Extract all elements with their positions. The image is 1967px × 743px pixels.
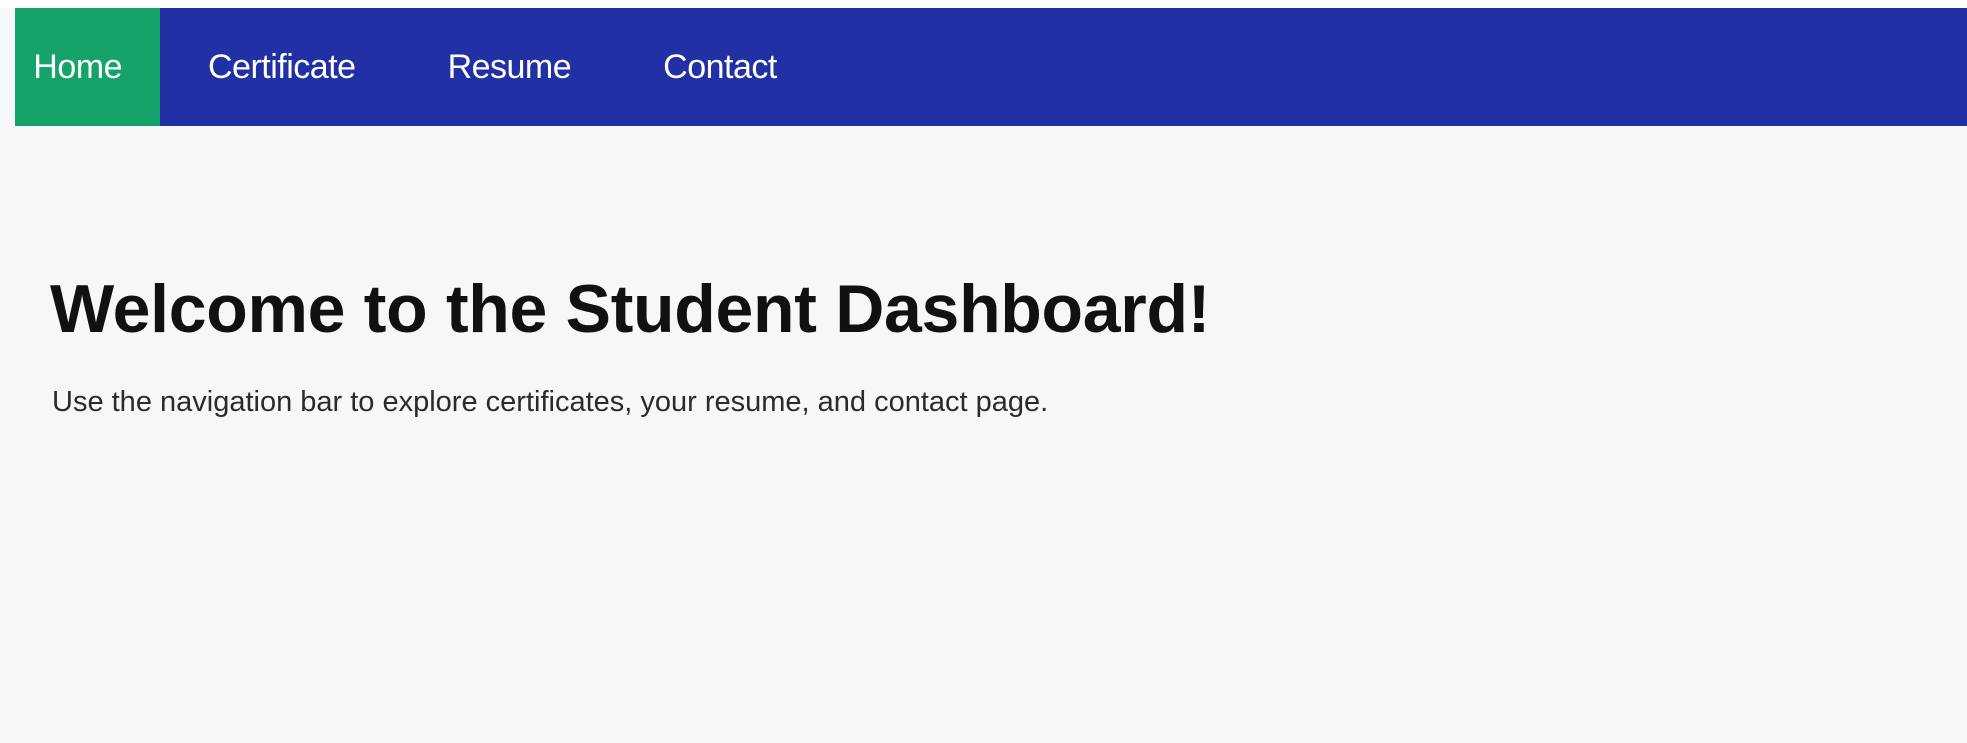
nav-item-certificate[interactable]: Certificate bbox=[160, 8, 402, 126]
page: Home Certificate Resume Contact Welcome … bbox=[0, 0, 1967, 743]
nav-item-certificate-label: Certificate bbox=[208, 47, 356, 86]
navbar: Home Certificate Resume Contact bbox=[15, 8, 1967, 126]
nav-item-home[interactable]: Home bbox=[15, 8, 160, 126]
nav-item-resume-label: Resume bbox=[447, 47, 572, 86]
top-strip bbox=[0, 0, 1967, 8]
page-description: Use the navigation bar to explore certif… bbox=[52, 386, 1049, 418]
nav-item-resume[interactable]: Resume bbox=[402, 8, 618, 126]
main-content: Welcome to the Student Dashboard! Use th… bbox=[50, 270, 1210, 419]
nav-item-contact[interactable]: Contact bbox=[617, 8, 823, 126]
nav-item-contact-label: Contact bbox=[663, 47, 777, 86]
page-title: Welcome to the Student Dashboard! bbox=[50, 271, 1211, 347]
nav-item-home-label: Home bbox=[33, 47, 122, 86]
